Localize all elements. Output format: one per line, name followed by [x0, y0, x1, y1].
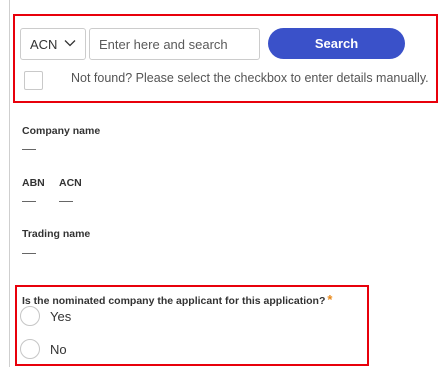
- acn-empty-value: [59, 201, 73, 202]
- id-type-select-value: ACN: [30, 36, 58, 52]
- radio-option-yes[interactable]: Yes: [20, 306, 71, 326]
- radio-option-no[interactable]: No: [20, 339, 67, 359]
- search-input[interactable]: [89, 28, 260, 60]
- radio-label-no: No: [50, 341, 67, 357]
- chevron-down-icon: [64, 40, 76, 47]
- acn-label: ACN: [59, 177, 82, 189]
- applicant-question: Is the nominated company the applicant f…: [22, 292, 332, 307]
- trading-name-label: Trading name: [22, 228, 91, 240]
- manual-entry-text: Not found? Please select the checkbox to…: [71, 71, 429, 85]
- radio-button-yes[interactable]: [20, 306, 40, 326]
- search-button[interactable]: Search: [268, 28, 405, 59]
- id-type-select[interactable]: ACN: [20, 28, 86, 60]
- company-name-empty-value: [22, 149, 36, 150]
- abn-empty-value: [22, 201, 36, 202]
- radio-label-yes: Yes: [50, 308, 72, 324]
- trading-name-empty-value: [22, 253, 36, 254]
- page-edge: [9, 0, 10, 367]
- manual-entry-checkbox[interactable]: [24, 71, 43, 90]
- required-marker: *: [327, 292, 333, 307]
- abn-label: ABN: [22, 177, 45, 189]
- company-name-label: Company name: [22, 125, 101, 137]
- radio-button-no[interactable]: [20, 339, 40, 359]
